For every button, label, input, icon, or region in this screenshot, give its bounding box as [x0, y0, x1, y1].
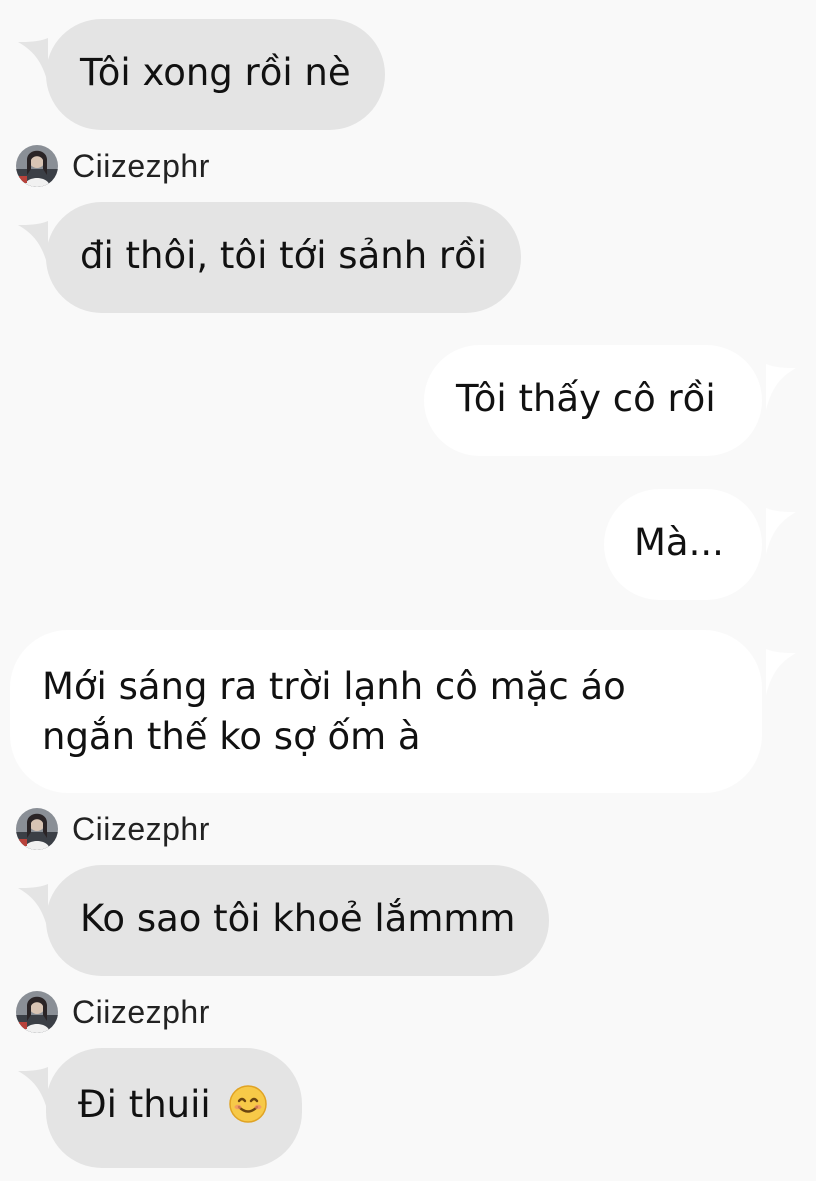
message-bubble-incoming[interactable]: Đi thuii: [46, 1048, 303, 1168]
message-bubble-outgoing[interactable]: Mà...: [604, 489, 762, 600]
sender-name: Ciizezphr: [72, 810, 210, 847]
sender-row[interactable]: Ciizezphr: [16, 808, 210, 850]
message-text: đi thôi, tôi tới sảnh rồi: [80, 234, 488, 277]
message-text-line: ngắn thế ko sợ ốm à: [42, 715, 421, 758]
message-text: Tôi thấy cô rồi: [456, 377, 716, 420]
message-text: Tôi xong rồi nè: [80, 51, 351, 94]
message-text-wrap: Đi thuii: [78, 1080, 268, 1130]
message-text: Đi thuii: [78, 1083, 211, 1126]
sender-name: Ciizezphr: [72, 147, 210, 184]
message-bubble-incoming[interactable]: Ko sao tôi khoẻ lắmmm: [46, 865, 550, 976]
message-bubble-incoming[interactable]: đi thôi, tôi tới sảnh rồi: [46, 202, 522, 313]
message-text: Ko sao tôi khoẻ lắmmm: [80, 897, 516, 940]
message-text-line: Mới sáng ra trời lạnh cô mặc áo: [42, 665, 626, 708]
message-bubble-outgoing[interactable]: Tôi thấy cô rồi: [424, 345, 762, 456]
avatar-icon[interactable]: [16, 808, 58, 850]
message-bubble-incoming[interactable]: Tôi xong rồi nè: [46, 19, 385, 130]
message-text: Mà...: [634, 521, 724, 564]
message-bubble-outgoing[interactable]: Mới sáng ra trời lạnh cô mặc áo ngắn thế…: [10, 630, 762, 793]
smiling-face-icon: [229, 1085, 268, 1123]
avatar-icon[interactable]: [16, 145, 58, 187]
sender-row[interactable]: Ciizezphr: [16, 991, 210, 1033]
avatar-icon[interactable]: [16, 991, 58, 1033]
sender-name: Ciizezphr: [72, 993, 210, 1030]
sender-row[interactable]: Ciizezphr: [16, 145, 210, 187]
